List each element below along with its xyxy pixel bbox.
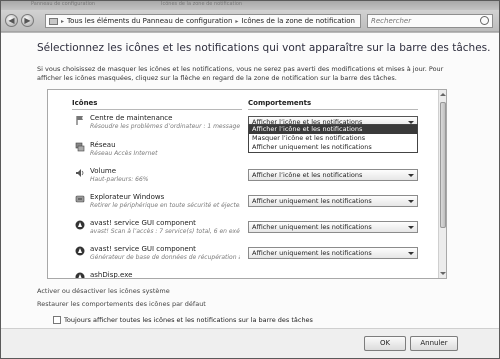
breadcrumb-chevron-icon: ▸ bbox=[235, 17, 239, 25]
list-scrollbar[interactable] bbox=[438, 90, 446, 278]
list-item: avast! service GUI component avast! Scan… bbox=[48, 216, 440, 240]
flag-icon bbox=[76, 116, 83, 125]
row-name: Volume bbox=[90, 167, 117, 175]
control-panel-window: Panneau de configuration Icônes de la zo… bbox=[0, 0, 500, 359]
search-input[interactable] bbox=[368, 15, 476, 27]
intro-text: Si vous choisissez de masquer les icônes… bbox=[37, 65, 444, 82]
row-name: avast! service GUI component bbox=[90, 245, 196, 253]
chevron-down-icon bbox=[408, 174, 414, 177]
chevron-down-icon bbox=[408, 226, 414, 229]
system-icons-link[interactable]: Activer ou désactiver les icônes système bbox=[37, 287, 170, 295]
dropdown-option[interactable]: Afficher uniquement les notifications bbox=[249, 143, 417, 152]
row-name: avast! service GUI component bbox=[90, 219, 196, 227]
behavior-dropdown[interactable]: Afficher uniquement les notifications bbox=[248, 221, 418, 233]
header-divider bbox=[72, 109, 242, 110]
search-icon[interactable] bbox=[480, 16, 489, 25]
forward-button[interactable]: ▶ bbox=[21, 14, 34, 27]
search-field[interactable] bbox=[367, 14, 493, 28]
row-description: Retirer le périphérique en toute sécurit… bbox=[90, 202, 240, 209]
always-show-label: Toujours afficher toutes les icônes et l… bbox=[64, 316, 313, 324]
dropdown-option[interactable]: Afficher l’icône et les notifications bbox=[249, 125, 417, 134]
control-panel-icon bbox=[49, 17, 58, 25]
scroll-up-icon[interactable] bbox=[440, 93, 446, 96]
back-button[interactable]: ◀ bbox=[5, 14, 18, 27]
icons-list-panel: Icônes Comportements Centre de maintenan… bbox=[47, 89, 447, 279]
list-item: Volume Haut-parleurs: 66% Afficher l’icô… bbox=[48, 164, 440, 188]
avast-icon bbox=[75, 220, 85, 230]
behavior-dropdown[interactable]: Afficher l’icône et les notifications bbox=[248, 169, 418, 181]
chevron-down-icon bbox=[408, 252, 414, 255]
behavior-dropdown[interactable]: Afficher uniquement les notifications bbox=[248, 247, 418, 259]
dropdown-value: Afficher uniquement les notifications bbox=[252, 249, 372, 257]
row-name: Explorateur Windows bbox=[90, 193, 165, 201]
behavior-dropdown[interactable]: Afficher uniquement les notifications bbox=[248, 195, 418, 207]
dropdown-value: Afficher uniquement les notifications bbox=[252, 223, 372, 231]
row-description: Haut-parleurs: 66% bbox=[90, 176, 149, 183]
column-header-behaviors: Comportements bbox=[248, 99, 312, 107]
scroll-down-icon[interactable] bbox=[440, 272, 446, 275]
breadcrumb-notification-icons[interactable]: Icônes de la zone de notification bbox=[241, 17, 355, 25]
row-description: Réseau Accès Internet bbox=[90, 150, 158, 157]
dropdown-option[interactable]: Masquer l’icône et les notifications bbox=[249, 134, 417, 143]
row-description: Résoudre les problèmes d’ordinateur : 1 … bbox=[90, 123, 240, 130]
dialog-footer: OK Annuler bbox=[1, 328, 499, 358]
row-description: avast! Scan à l’accès : 7 service(s) tot… bbox=[90, 228, 240, 235]
row-description: Générateur de base de données de récupér… bbox=[90, 254, 240, 261]
address-toolbar: ◀ ▶ ▸ Tous les éléments du Panneau de co… bbox=[1, 10, 499, 32]
scroll-thumb[interactable] bbox=[440, 102, 446, 228]
column-header-icons: Icônes bbox=[72, 99, 98, 107]
speaker-icon bbox=[76, 169, 84, 177]
main-content: Sélectionnez les icônes et les notificat… bbox=[1, 33, 499, 328]
title-strip: Panneau de configuration Icônes de la zo… bbox=[1, 1, 499, 10]
list-item: ashDisp.exe bbox=[48, 268, 440, 279]
header-divider bbox=[248, 109, 418, 110]
network-icon bbox=[75, 142, 85, 152]
list-item: avast! service GUI component Générateur … bbox=[48, 242, 440, 266]
row-name: Centre de maintenance bbox=[90, 114, 173, 122]
address-field[interactable]: ▸ Tous les éléments du Panneau de config… bbox=[45, 14, 403, 28]
chevron-down-icon bbox=[408, 200, 414, 203]
row-name: ashDisp.exe bbox=[90, 271, 133, 279]
avast-icon bbox=[75, 246, 85, 256]
list-item: Explorateur Windows Retirer le périphéri… bbox=[48, 190, 440, 214]
usb-icon bbox=[75, 195, 85, 203]
dropdown-value: Afficher l’icône et les notifications bbox=[252, 171, 363, 179]
restore-defaults-link[interactable]: Restaurer les comportements des icônes p… bbox=[37, 300, 206, 308]
title-strip-item: Icônes de la zone de notification bbox=[161, 1, 243, 7]
dropdown-value: Afficher uniquement les notifications bbox=[252, 197, 372, 205]
ok-button[interactable]: OK bbox=[364, 336, 406, 351]
row-name: Réseau bbox=[90, 141, 116, 149]
breadcrumb-chevron-icon: ▸ bbox=[61, 17, 65, 25]
page-title: Sélectionnez les icônes et les notificat… bbox=[37, 42, 491, 54]
title-strip-item: Panneau de configuration bbox=[31, 1, 96, 7]
behavior-dropdown-list[interactable]: Afficher l’icône et les notifications Ma… bbox=[248, 124, 418, 153]
always-show-checkbox[interactable] bbox=[53, 316, 61, 324]
avast-icon bbox=[75, 272, 85, 278]
breadcrumb-all-items[interactable]: Tous les éléments du Panneau de configur… bbox=[67, 17, 232, 25]
cancel-button[interactable]: Annuler bbox=[410, 336, 458, 351]
